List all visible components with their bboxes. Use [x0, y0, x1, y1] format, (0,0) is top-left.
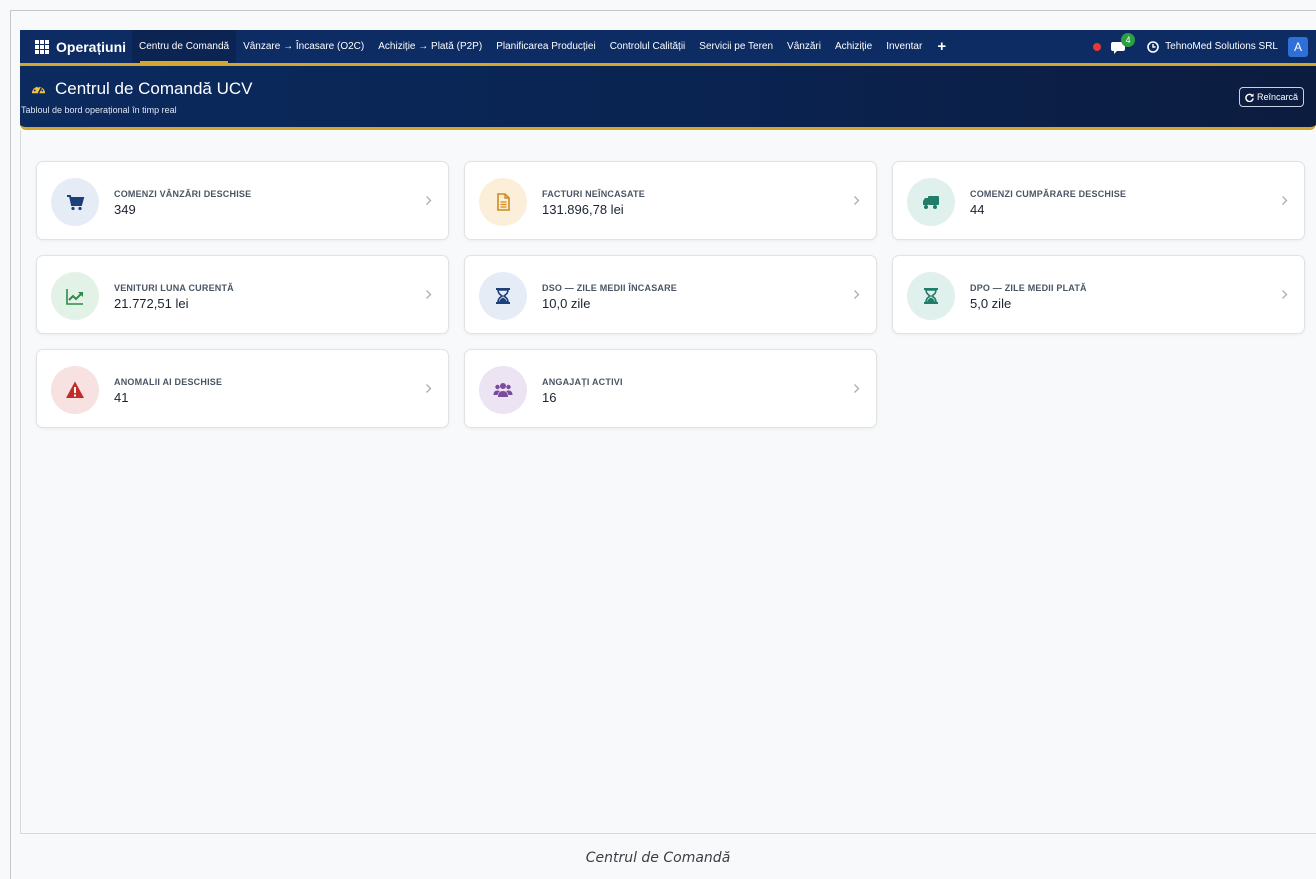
nav-item[interactable]: Inventar: [879, 30, 929, 63]
trend-up-icon: [66, 289, 83, 305]
kpi-card[interactable]: ANOMALII AI DESCHISE 41: [36, 349, 449, 428]
kpi-value: 349: [114, 202, 136, 217]
kpi-icon-circle: [479, 366, 527, 414]
nav-item[interactable]: Planificarea Producției: [489, 30, 603, 63]
cart-icon: [67, 195, 85, 211]
apps-grid-icon: [35, 39, 49, 54]
kpi-card[interactable]: FACTURI NEÎNCASATE 131.896,78 lei: [464, 161, 877, 240]
reload-button-label: Reîncarcă: [1256, 92, 1298, 102]
kpi-value: 16: [542, 390, 557, 405]
kpi-label: ANOMALII AI DESCHISE: [114, 377, 223, 387]
kpi-card[interactable]: VENITURI LUNA CURENTĂ 21.772,51 lei: [36, 255, 449, 334]
chevron-right-icon: [854, 384, 860, 393]
kpi-label: ANGAJAȚI ACTIVI: [542, 377, 623, 387]
kpi-label: DSO — ZILE MEDII ÎNCASARE: [542, 283, 678, 293]
kpi-value: 41: [114, 390, 129, 405]
kpi-label: FACTURI NEÎNCASATE: [542, 189, 645, 199]
refresh-icon: [1245, 92, 1254, 102]
users-icon: [493, 383, 513, 397]
invoice-icon: [497, 193, 510, 211]
warning-icon: [66, 381, 84, 398]
page-title: Centrul de Comandă UCV: [31, 79, 252, 99]
nav-item[interactable]: Controlul Calității: [603, 30, 693, 63]
top-navbar: Operațiuni Centru de Comandă Vânzare → În…: [20, 30, 1316, 63]
kpi-card[interactable]: DPO — ZILE MEDII PLATĂ 5,0 zile: [892, 255, 1305, 334]
dashboard-content: COMENZI VÂNZĂRI DESCHISE 349 FACTURI NEÎNC…: [20, 130, 1316, 834]
hourglass-icon: [496, 288, 510, 304]
chat-badge: 4: [1121, 32, 1136, 47]
chevron-right-icon: [426, 290, 432, 299]
kpi-value: 131.896,78 lei: [542, 202, 624, 217]
navbar-right: 4 TehnoMed Solutions SRL A: [1093, 30, 1308, 63]
chevron-right-icon: [1282, 196, 1288, 205]
kpi-value: 10,0 zile: [542, 296, 591, 311]
kpi-icon-circle: [907, 272, 955, 320]
status-dot-icon: [1093, 42, 1102, 51]
add-module-button[interactable]: +: [929, 30, 954, 63]
kpi-card[interactable]: DSO — ZILE MEDII ÎNCASARE 10,0 zile: [464, 255, 877, 334]
nav-item[interactable]: Centru de Comandă: [132, 30, 237, 63]
kpi-icon-circle: [51, 178, 99, 226]
nav-item[interactable]: Servicii pe Teren: [692, 30, 780, 63]
nav-item[interactable]: Vânzare → Încasare (O2C): [236, 30, 371, 63]
kpi-icon-circle: [51, 272, 99, 320]
footer-caption: Centrul de Comandă: [585, 850, 731, 866]
kpi-label: VENITURI LUNA CURENTĂ: [114, 283, 234, 293]
user-avatar[interactable]: A: [1288, 36, 1308, 57]
kpi-value: 44: [970, 202, 985, 217]
chevron-right-icon: [854, 290, 860, 299]
brand-label: Operațiuni: [56, 38, 127, 55]
nav-item[interactable]: Achiziție → Plată (P2P): [371, 30, 489, 63]
kpi-icon-circle: [479, 272, 527, 320]
nav-item[interactable]: Achiziție: [828, 30, 879, 63]
kpi-card[interactable]: ANGAJAȚI ACTIVI 16: [464, 349, 877, 428]
nav-item[interactable]: Vânzări: [780, 30, 828, 63]
page-header: Centrul de Comandă UCV Tabloul de bord o…: [20, 66, 1316, 130]
brand[interactable]: Operațiuni: [20, 30, 132, 63]
clock-icon[interactable]: [1147, 40, 1159, 53]
dashboard-gauge-icon: [31, 85, 46, 94]
kpi-card[interactable]: COMENZI CUMPĂRARE DESCHISE 44: [892, 161, 1305, 240]
kpi-card[interactable]: COMENZI VÂNZĂRI DESCHISE 349: [36, 161, 449, 240]
reload-button[interactable]: Reîncarcă: [1238, 87, 1304, 107]
company-name[interactable]: TehnoMed Solutions SRL: [1165, 41, 1278, 52]
kpi-value: 5,0 zile: [970, 296, 1012, 311]
hourglass-icon: [924, 288, 938, 304]
kpi-value: 21.772,51 lei: [114, 296, 189, 311]
chevron-right-icon: [854, 196, 860, 205]
nav-menu: Centru de Comandă Vânzare → Încasare (O2C…: [132, 30, 929, 63]
kpi-icon-circle: [479, 178, 527, 226]
kpi-label: DPO — ZILE MEDII PLATĂ: [970, 283, 1087, 293]
chevron-right-icon: [426, 196, 432, 205]
chat-button[interactable]: 4: [1111, 32, 1136, 55]
kpi-icon-circle: [51, 366, 99, 414]
kpi-label: COMENZI VÂNZĂRI DESCHISE: [114, 189, 252, 199]
page-subtitle: Tabloul de bord operațional în timp real: [21, 105, 177, 115]
kpi-label: COMENZI CUMPĂRARE DESCHISE: [970, 189, 1127, 199]
chevron-right-icon: [1282, 290, 1288, 299]
kpi-icon-circle: [907, 178, 955, 226]
page-title-text: Centrul de Comandă UCV: [55, 79, 253, 98]
truck-icon: [923, 196, 939, 209]
chevron-right-icon: [426, 384, 432, 393]
